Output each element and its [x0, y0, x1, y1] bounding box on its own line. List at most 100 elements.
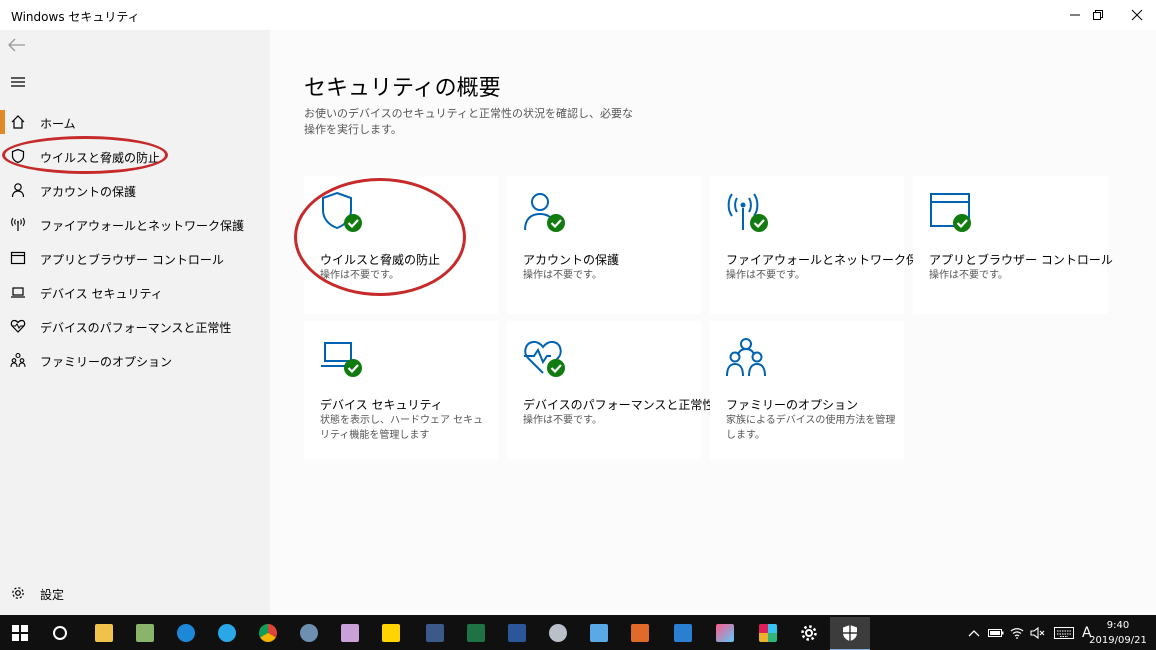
card-description: 操作は不要です。	[320, 270, 399, 281]
sidebar-item-label: ファイアウォールとネットワーク保護	[40, 219, 245, 233]
network-icon	[674, 624, 692, 642]
card-description: 操作は不要です。	[929, 270, 1008, 281]
close-button[interactable]	[1114, 0, 1156, 30]
card-account-protection[interactable]: アカウントの保護 操作は不要です。	[507, 176, 701, 314]
taskbar-app-toolbox[interactable]	[620, 617, 660, 649]
card-title: デバイスのパフォーマンスと正常性	[523, 398, 715, 412]
wifi-icon	[11, 217, 25, 231]
person-check-icon	[524, 193, 565, 232]
system-tray: A	[968, 615, 1092, 650]
main-content: セキュリティの概要 お使いのデバイスのセキュリティと正常性の状況を確認し、必要な…	[270, 30, 1156, 615]
sidebar-item-virus-protection[interactable]: ウイルスと脅威の防止	[0, 139, 270, 173]
sidebar-item-device-security[interactable]: デバイス セキュリティ	[0, 275, 270, 309]
taskbar-app-photos[interactable]	[125, 617, 165, 649]
wifi-icon[interactable]	[1010, 627, 1024, 639]
gear-icon	[12, 587, 24, 599]
start-button[interactable]	[0, 617, 40, 649]
card-device-security[interactable]: デバイス セキュリティ 状態を表示し、ハードウェア セキュリティ機能を管理します	[304, 321, 498, 459]
taskbar-app-chrome[interactable]	[248, 617, 288, 649]
page-description: お使いのデバイスのセキュリティと正常性の状況を確認し、必要な操作を実行します。	[304, 107, 634, 136]
page-title: セキュリティの概要	[304, 76, 501, 101]
sidebar-item-label: アプリとブラウザー コントロール	[40, 253, 224, 267]
edge-icon	[177, 624, 195, 642]
folder-icon	[95, 624, 113, 642]
whiteboard-icon	[716, 624, 734, 642]
card-virus-protection[interactable]: ウイルスと脅威の防止 操作は不要です。	[304, 176, 498, 314]
sidebar-item-account[interactable]: アカウントの保護	[0, 173, 270, 207]
cortana-button[interactable]	[40, 617, 80, 649]
volume-muted-icon[interactable]	[1030, 626, 1046, 639]
window-title: Windows セキュリティ	[11, 10, 140, 24]
taskbar-app-slack[interactable]	[748, 617, 788, 649]
heart-check-icon	[524, 340, 565, 377]
shield-icon	[11, 148, 25, 164]
slack-icon	[759, 624, 777, 642]
taskbar-app-edge[interactable]	[166, 617, 206, 649]
paint-icon	[341, 624, 359, 642]
taskbar-app-network[interactable]	[663, 617, 703, 649]
clock-date: 2019/09/21	[1089, 635, 1147, 646]
taskbar-app-word[interactable]	[497, 617, 537, 649]
gear-icon	[801, 625, 817, 641]
browser-icon	[10, 251, 26, 265]
sidebar-item-label: ウイルスと脅威の防止	[40, 151, 161, 165]
card-app-browser[interactable]: アプリとブラウザー コントロール 操作は不要です。	[913, 176, 1113, 314]
sidebar-item-label: デバイス セキュリティ	[40, 287, 163, 301]
sidebar-item-label: ファミリーのオプション	[40, 355, 173, 369]
sidebar-item-label: デバイスのパフォーマンスと正常性	[40, 321, 232, 335]
clock[interactable]: 9:40 2019/09/21	[1088, 618, 1148, 648]
internet-explorer-icon	[218, 624, 236, 642]
family-icon	[726, 338, 766, 377]
sidebar-item-app-browser[interactable]: アプリとブラウザー コントロール	[0, 241, 270, 275]
shield-icon	[843, 625, 857, 641]
battery-icon[interactable]	[988, 628, 1004, 638]
keyboard-icon[interactable]	[1054, 626, 1074, 639]
taskbar-app-calculator[interactable]	[415, 617, 455, 649]
sidebar-item-home[interactable]: ホーム	[0, 105, 270, 139]
taskbar-app-whiteboard[interactable]	[705, 617, 745, 649]
family-icon	[10, 352, 26, 368]
card-firewall[interactable]: ファイアウォールとネットワーク保護 操作は不要です。	[710, 176, 930, 314]
sidebar-item-settings[interactable]: 設定	[0, 576, 270, 610]
card-title: アプリとブラウザー コントロール	[929, 253, 1113, 267]
home-icon	[11, 115, 25, 129]
taskbar-app-remote[interactable]	[579, 617, 619, 649]
taskbar-app-paint-3d[interactable]	[538, 617, 578, 649]
sidebar-item-device-performance[interactable]: デバイスのパフォーマンスと正常性	[0, 309, 270, 343]
restore-icon	[1093, 10, 1103, 20]
sidebar-item-firewall[interactable]: ファイアウォールとネットワーク保護	[0, 207, 270, 241]
globe-icon	[300, 624, 318, 642]
taskbar-app-excel[interactable]	[456, 617, 496, 649]
sidebar-item-label: ホーム	[40, 117, 76, 131]
taskbar: A 9:40 2019/09/21	[0, 615, 1156, 650]
settings-label: 設定	[40, 588, 65, 602]
sidebar-item-label: アカウントの保護	[40, 185, 137, 199]
taskbar-app-paint[interactable]	[330, 617, 370, 649]
taskbar-app-settings[interactable]	[789, 617, 829, 649]
back-button[interactable]	[8, 36, 28, 54]
taskbar-app-sticky-notes[interactable]	[371, 617, 411, 649]
card-title: ファイアウォールとネットワーク保護	[726, 253, 931, 267]
card-description: 状態を表示し、ハードウェア セキュリティ機能を管理します	[320, 415, 484, 441]
card-device-performance[interactable]: デバイスのパフォーマンスと正常性 操作は不要です。	[507, 321, 714, 459]
sidebar: ホーム ウイルスと脅威の防止 アカウントの保護 ファイアウォールとネットワーク保…	[0, 30, 270, 615]
heart-icon	[10, 319, 26, 333]
laptop-check-icon	[321, 342, 362, 377]
hamburger-menu-button[interactable]	[10, 74, 26, 88]
antenna-check-icon	[727, 193, 768, 232]
card-title: ウイルスと脅威の防止	[320, 253, 441, 267]
taskbar-app-windows-security[interactable]	[830, 617, 870, 650]
card-family-options[interactable]: ファミリーのオプション 家族によるデバイスの使用方法を管理します。	[710, 321, 904, 459]
chevron-up-icon[interactable]	[968, 628, 980, 638]
back-arrow-icon	[8, 38, 25, 52]
taskbar-app-file-explorer[interactable]	[84, 617, 124, 649]
browser-check-icon	[930, 193, 971, 232]
laptop-icon	[11, 287, 25, 298]
remote-icon	[590, 624, 608, 642]
taskbar-app-ie[interactable]	[207, 617, 247, 649]
shield-check-icon	[322, 191, 362, 232]
card-title: アカウントの保護	[523, 253, 620, 267]
photos-icon	[136, 624, 154, 642]
sidebar-item-family[interactable]: ファミリーのオプション	[0, 343, 270, 377]
taskbar-app-globe[interactable]	[289, 617, 329, 649]
